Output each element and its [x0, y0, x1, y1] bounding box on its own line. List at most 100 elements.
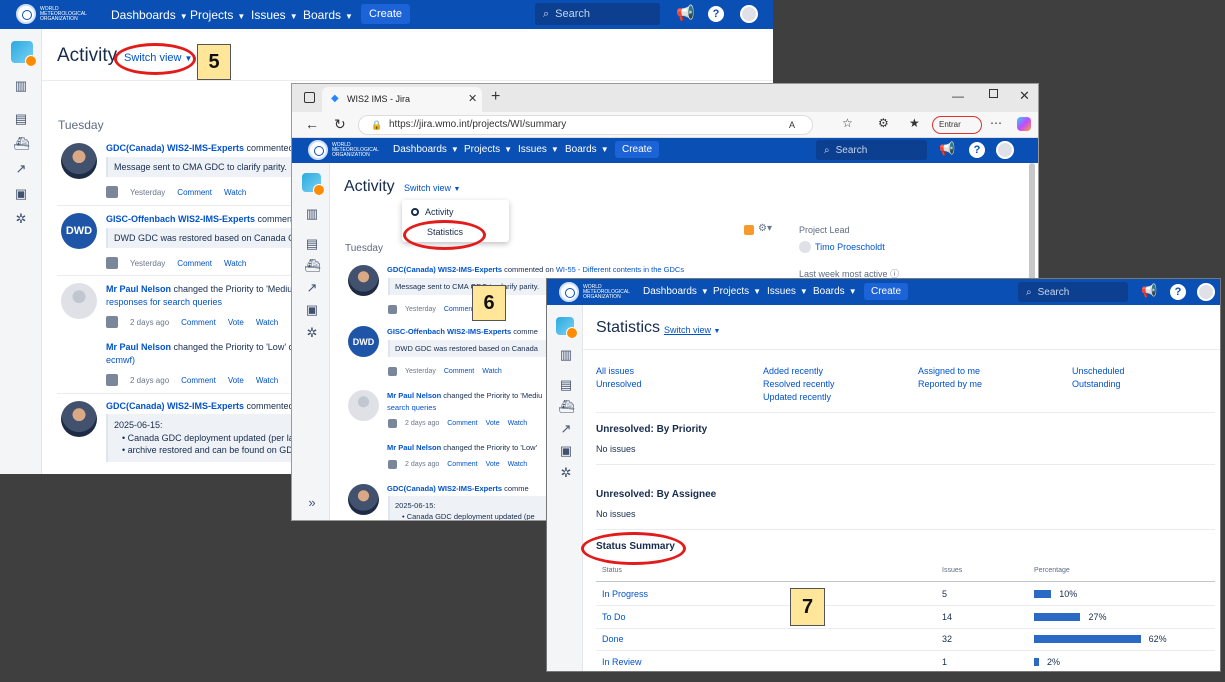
status-cell[interactable]: Done — [602, 634, 624, 644]
maximize-icon[interactable] — [989, 89, 998, 98]
watch-link[interactable]: Watch — [508, 420, 528, 427]
switch-view-button[interactable]: Switch view ▼ — [404, 183, 460, 193]
actor-link[interactable]: GDC(Canada) WIS2-IMS-Experts — [106, 401, 244, 411]
actor-link[interactable]: GDC(Canada) WIS2-IMS-Experts — [387, 265, 502, 274]
megaphone-icon[interactable]: 📢 — [676, 4, 695, 22]
reports-icon[interactable]: ↗ — [13, 162, 29, 176]
gear-icon[interactable]: ⚙▾ — [758, 223, 772, 234]
project-lead-link[interactable]: Timo Proescholdt — [799, 241, 885, 253]
window-close-icon[interactable]: ✕ — [1019, 88, 1030, 104]
extensions-icon[interactable]: ⚙ — [878, 116, 889, 130]
status-cell[interactable]: To Do — [602, 612, 626, 622]
avatar[interactable] — [348, 390, 379, 421]
nav-issues[interactable]: Issues ▼ — [251, 8, 298, 22]
backlog-icon[interactable]: ▤ — [304, 237, 320, 251]
minimize-icon[interactable]: — — [952, 89, 964, 103]
vote-link[interactable]: Vote — [486, 461, 500, 468]
watch-link[interactable]: Watch — [224, 259, 246, 268]
url-field[interactable]: 🔒 https://jira.wmo.int/projects/WI/summa… — [358, 115, 813, 135]
new-tab-icon[interactable]: + — [491, 88, 500, 106]
project-icon[interactable] — [302, 173, 325, 196]
favorites-bar-icon[interactable]: ★ — [909, 116, 920, 130]
wmo-logo[interactable]: World Meteorological Organization — [16, 4, 92, 24]
help-icon[interactable]: ? — [708, 6, 724, 22]
avatar[interactable] — [61, 401, 97, 437]
status-cell[interactable]: In Review — [602, 657, 642, 667]
comment-link[interactable]: Comment — [181, 376, 216, 385]
create-button[interactable]: Create — [361, 4, 411, 24]
comment-link[interactable]: Comment — [177, 188, 212, 197]
vote-link[interactable]: Vote — [228, 376, 244, 385]
actor-link[interactable]: GDC(Canada) WIS2-IMS-Experts — [106, 143, 244, 153]
comment-link[interactable]: Comment — [447, 420, 477, 427]
actor-link[interactable]: GISC-Offenbach WIS2-IMS-Experts — [387, 327, 511, 336]
watch-link[interactable]: Watch — [224, 188, 246, 197]
actor-link[interactable]: Mr Paul Nelson — [387, 391, 441, 400]
actor-link[interactable]: GDC(Canada) WIS2-IMS-Experts — [387, 484, 502, 493]
watch-link[interactable]: Watch — [508, 461, 528, 468]
tab-actions-icon[interactable] — [304, 92, 315, 103]
nav-projects[interactable]: Projects ▼ — [190, 8, 245, 22]
watch-link[interactable]: Watch — [482, 368, 502, 375]
watch-link[interactable]: Watch — [256, 318, 278, 327]
browser-tab[interactable]: ◆ WIS2 IMS - Jira ✕ — [322, 87, 482, 112]
actor-link[interactable]: GISC-Offenbach WIS2-IMS-Experts — [106, 214, 255, 224]
vote-link[interactable]: Vote — [486, 420, 500, 427]
scrollbar[interactable] — [1029, 163, 1035, 293]
issue-link[interactable]: responses for search queries — [106, 297, 222, 307]
watch-link[interactable]: Watch — [256, 376, 278, 385]
avatar[interactable] — [348, 265, 379, 296]
more-icon[interactable]: ⋯ — [990, 116, 1002, 130]
releases-icon[interactable]: ⛴ — [13, 137, 30, 151]
actor-link[interactable]: Mr Paul Nelson — [106, 284, 171, 294]
comment-link[interactable]: Comment — [181, 318, 216, 327]
nav-issues[interactable]: Issues ▼ — [518, 144, 559, 155]
avatar-dwd[interactable]: DWD — [61, 213, 97, 249]
avatar-dwd[interactable]: DWD — [348, 326, 379, 357]
vote-link[interactable]: Vote — [228, 318, 244, 327]
status-cell[interactable]: In Progress — [602, 589, 648, 599]
expand-sidebar-icon[interactable]: » — [304, 496, 320, 510]
nav-boards[interactable]: Boards ▼ — [303, 8, 353, 22]
copilot-icon[interactable] — [1017, 117, 1031, 131]
backlog-icon[interactable]: ▤ — [13, 112, 29, 126]
avatar[interactable] — [61, 283, 97, 319]
user-avatar[interactable] — [996, 141, 1014, 159]
avatar[interactable] — [348, 484, 379, 515]
close-icon[interactable]: ✕ — [468, 92, 477, 105]
user-avatar[interactable] — [740, 5, 758, 23]
profile-entrar-button[interactable]: Entrar — [932, 116, 982, 134]
comment-link[interactable]: Comment — [447, 461, 477, 468]
dropdown-item-activity[interactable]: Activity — [411, 207, 454, 217]
addons-icon[interactable]: ✲ — [304, 326, 320, 340]
comment-link[interactable]: Comment — [444, 306, 474, 313]
actor-link[interactable]: Mr Paul Nelson — [106, 342, 171, 352]
nav-boards[interactable]: Boards ▼ — [565, 144, 609, 155]
avatar[interactable] — [61, 143, 97, 179]
nav-projects[interactable]: Projects ▼ — [464, 144, 512, 155]
issue-link[interactable]: WI-55 - Different contents in the GDCs — [556, 265, 684, 274]
refresh-icon[interactable]: ↻ — [334, 116, 346, 133]
addons-icon[interactable]: ✲ — [13, 212, 29, 226]
help-icon[interactable]: ? — [969, 142, 985, 158]
back-icon[interactable]: ← — [305, 116, 319, 132]
nav-dashboards[interactable]: Dashboards ▼ — [393, 144, 459, 155]
issue-link[interactable]: search queries — [387, 403, 436, 412]
issue-link[interactable]: ecmwf) — [106, 355, 135, 365]
comment-link[interactable]: Comment — [444, 368, 474, 375]
wmo-logo[interactable]: World Meteorological Organization — [308, 140, 384, 160]
project-icon[interactable] — [11, 41, 37, 67]
rss-icon[interactable] — [744, 225, 754, 235]
issues-icon[interactable]: ▣ — [304, 303, 320, 317]
nav-dashboards[interactable]: Dashboards ▼ — [111, 8, 188, 22]
read-aloud-icon[interactable]: A — [789, 116, 795, 134]
search-input[interactable]: ⌕ Search — [535, 3, 660, 25]
releases-icon[interactable]: ⛴ — [304, 259, 321, 273]
favorite-icon[interactable]: ☆ — [842, 116, 853, 130]
board-icon[interactable]: ▥ — [13, 79, 29, 93]
search-input[interactable]: ⌕ Search — [816, 140, 927, 160]
megaphone-icon[interactable]: 📢 — [939, 141, 955, 157]
issues-icon[interactable]: ▣ — [13, 187, 29, 201]
reports-icon[interactable]: ↗ — [304, 281, 320, 295]
create-button[interactable]: Create — [615, 141, 660, 158]
